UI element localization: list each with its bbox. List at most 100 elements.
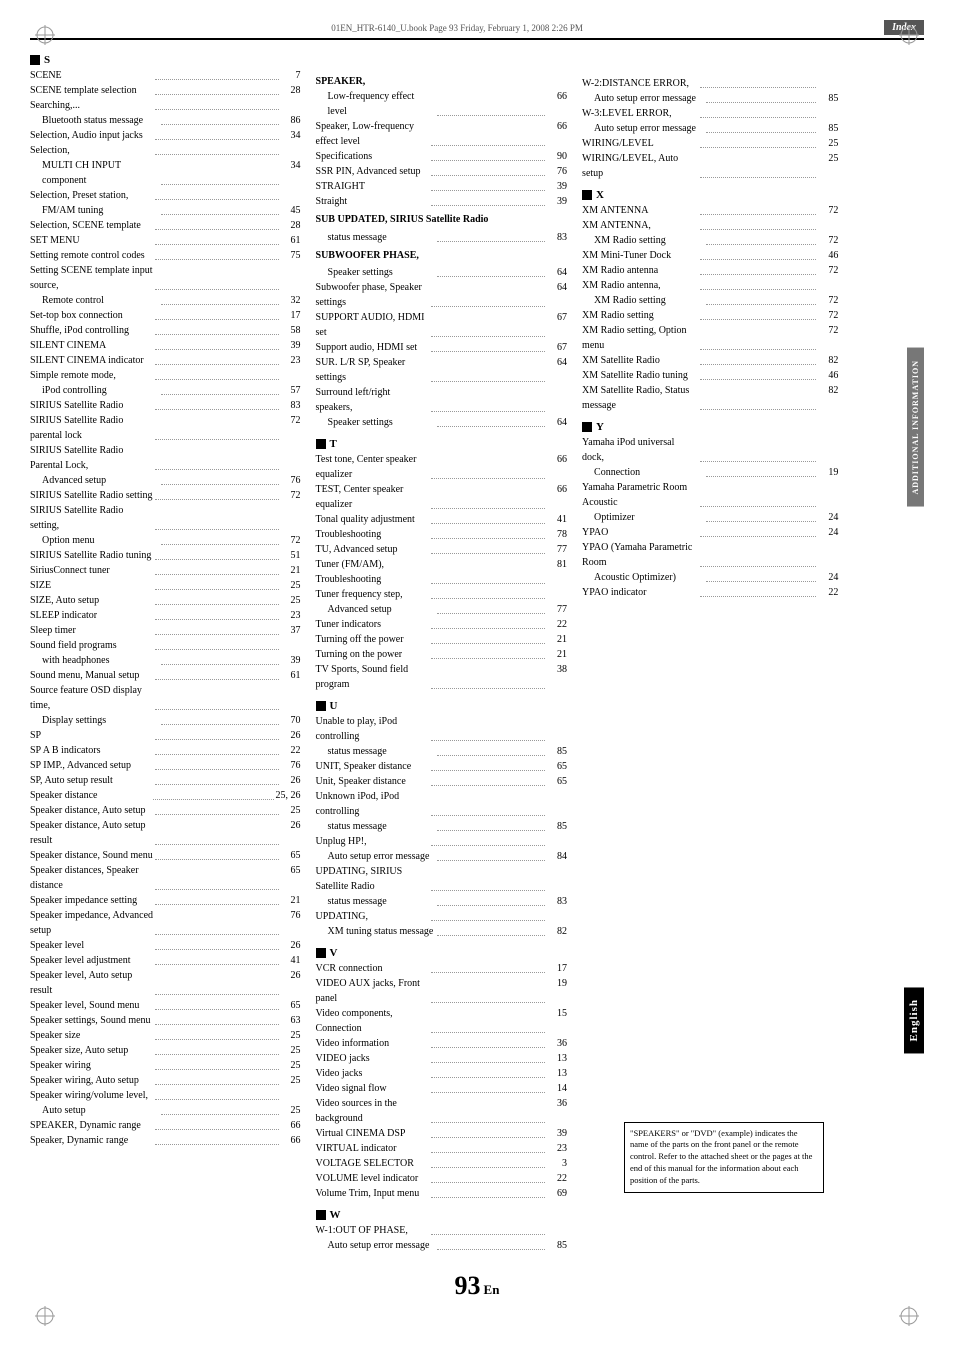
list-item: SCENE template selection28 (30, 83, 301, 98)
list-item: status message85 (316, 744, 568, 759)
list-item: YPAO (Yamaha Parametric Room (582, 540, 838, 570)
section-square-w (316, 1210, 326, 1220)
list-item: Shuffle, iPod controlling58 (30, 323, 301, 338)
list-item: VOLTAGE SELECTOR3 (316, 1156, 568, 1171)
section-speaker-entries: Low-frequency effect level66 Speaker, Lo… (316, 89, 568, 209)
sidebar-tabs: ADDITIONAL INFORMATION English (843, 48, 924, 1253)
list-item: Source feature OSD display time, (30, 683, 301, 713)
section-square-s (30, 55, 40, 65)
list-item: Speaker wiring/volume level, (30, 1088, 301, 1103)
list-item: SiriusConnect tuner21 (30, 563, 301, 578)
list-item: Speaker level adjustment41 (30, 953, 301, 968)
list-item: with headphones39 (30, 653, 301, 668)
list-item: SSR PIN, Advanced setup76 (316, 164, 568, 179)
list-item: Searching,... (30, 98, 301, 113)
list-item: Optimizer24 (582, 510, 838, 525)
column-left: S SCENE7 SCENE template selection28 Sear… (30, 48, 316, 1253)
list-item: Unplug HP!, (316, 834, 568, 849)
list-item: WIRING/LEVEL25 (582, 136, 838, 151)
list-item: SIRIUS Satellite Radio parental lock72 (30, 413, 301, 443)
section-x-entries: XM ANTENNA72 XM ANTENNA, XM Radio settin… (582, 203, 838, 413)
list-item: XM ANTENNA, (582, 218, 838, 233)
list-item: Simple remote mode, (30, 368, 301, 383)
list-item: Setting remote control codes75 (30, 248, 301, 263)
reg-mark-bl (35, 1306, 55, 1326)
list-item: Auto setup error message85 (582, 121, 838, 136)
list-item: SIRIUS Satellite Radio setting72 (30, 488, 301, 503)
list-item: Video information36 (316, 1036, 568, 1051)
list-item: XM Mini-Tuner Dock46 (582, 248, 838, 263)
list-item: XM Radio setting72 (582, 308, 838, 323)
list-item: Speaker level, Sound menu65 (30, 998, 301, 1013)
column-mid: SPEAKER, Low-frequency effect level66 Sp… (316, 48, 583, 1253)
list-item: SET MENU61 (30, 233, 301, 248)
list-item: XM Radio setting72 (582, 233, 838, 248)
section-speaker-header: SPEAKER, (316, 76, 568, 87)
list-item: Speaker wiring, Auto setup25 (30, 1073, 301, 1088)
list-item: Set-top box connection17 (30, 308, 301, 323)
list-item: status message83 (316, 230, 568, 245)
list-item: Auto setup error message85 (316, 1238, 568, 1253)
list-item: Speaker distances, Speaker distance65 (30, 863, 301, 893)
section-subwoofer: SUBWOOFER PHASE, Speaker settings64 Subw… (316, 249, 568, 431)
list-item: Auto setup25 (30, 1103, 301, 1118)
list-item: Speaker distance, Auto setup result26 (30, 818, 301, 848)
list-item: SPEAKER, Dynamic range66 (30, 1118, 301, 1133)
list-item: Yamaha Parametric Room Acoustic (582, 480, 838, 510)
list-item: Video jacks13 (316, 1066, 568, 1081)
list-item: Surround left/right speakers, (316, 385, 568, 415)
list-item: Selection, (30, 143, 301, 158)
list-item: TV Sports, Sound field program38 (316, 662, 568, 692)
english-label: English (904, 987, 924, 1053)
list-item: Volume Trim, Input menu69 (316, 1186, 568, 1201)
list-item: SP A B indicators22 (30, 743, 301, 758)
list-item: Speaker settings64 (316, 265, 568, 280)
list-item: SUR. L/R SP, Speaker settings64 (316, 355, 568, 385)
section-u-header: U (316, 700, 568, 712)
note-box: "SPEAKERS" or "DVD" (example) indicates … (624, 1122, 824, 1193)
list-item: Selection, Audio input jacks34 (30, 128, 301, 143)
page-number: 93 (455, 1271, 481, 1301)
list-item: W-3:LEVEL ERROR, (582, 106, 838, 121)
list-item: Speaker settings, Sound menu63 (30, 1013, 301, 1028)
list-item: Option menu72 (30, 533, 301, 548)
list-item: Acoustic Optimizer)24 (582, 570, 838, 585)
list-item: Virtual CINEMA DSP39 (316, 1126, 568, 1141)
list-item: XM Radio antenna, (582, 278, 838, 293)
section-y-header: Y (582, 421, 838, 433)
list-item: Speaker, Low-frequency effect level66 (316, 119, 568, 149)
additional-info-section: ADDITIONAL INFORMATION (907, 348, 924, 507)
list-item: Selection, SCENE template28 (30, 218, 301, 233)
list-item: SP26 (30, 728, 301, 743)
list-item: Specifications90 (316, 149, 568, 164)
list-item: Sound menu, Manual setup61 (30, 668, 301, 683)
list-item: Straight39 (316, 194, 568, 209)
list-item: Troubleshooting78 (316, 527, 568, 542)
section-w2-entries: W-2:DISTANCE ERROR, Auto setup error mes… (582, 76, 838, 181)
list-item: Test tone, Center speaker equalizer66 (316, 452, 568, 482)
list-item: STRAIGHT39 (316, 179, 568, 194)
list-item: Setting SCENE template input source, (30, 263, 301, 293)
section-t-header: T (316, 438, 568, 450)
list-item: Sleep timer37 (30, 623, 301, 638)
list-item: status message83 (316, 894, 568, 909)
list-item: Speaker distance, Sound menu65 (30, 848, 301, 863)
page-container: 01EN_HTR-6140_U.book Page 93 Friday, Feb… (0, 0, 954, 1351)
list-item: Display settings70 (30, 713, 301, 728)
list-item: W-1:OUT OF PHASE, (316, 1223, 568, 1238)
list-item: Subwoofer phase, Speaker settings64 (316, 280, 568, 310)
list-item: SLEEP indicator23 (30, 608, 301, 623)
list-item: SIRIUS Satellite Radio tuning51 (30, 548, 301, 563)
list-item: XM Radio setting, Option menu72 (582, 323, 838, 353)
list-item: Speaker wiring25 (30, 1058, 301, 1073)
list-item: Bluetooth status message86 (30, 113, 301, 128)
list-item: Tuner frequency step, (316, 587, 568, 602)
list-item: SILENT CINEMA indicator23 (30, 353, 301, 368)
section-v-header: V (316, 947, 568, 959)
list-item: UPDATING, SIRIUS Satellite Radio (316, 864, 568, 894)
section-w-entries: W-1:OUT OF PHASE, Auto setup error messa… (316, 1223, 568, 1253)
section-square-v (316, 948, 326, 958)
reg-mark-tl (35, 25, 55, 45)
list-item: VIDEO AUX jacks, Front panel19 (316, 976, 568, 1006)
section-square-x (582, 190, 592, 200)
